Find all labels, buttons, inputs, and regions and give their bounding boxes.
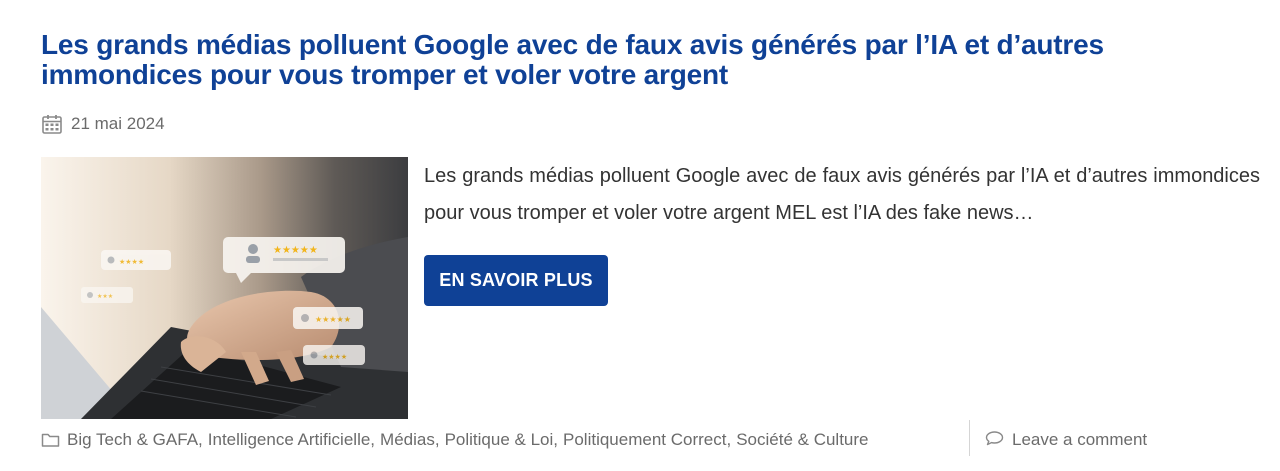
post-excerpt: Les grands médias polluent Google avec d… [424,165,1260,224]
comment-bubble-icon [985,430,1004,451]
category-link-medias[interactable]: Médias [380,430,435,450]
thumbnail-rating-2: ★★★★ [119,258,144,266]
post-thumbnail[interactable]: ★★★★★ ★★★★ ★★★★★ ★★★★ ★★★ [41,157,408,419]
post-date: 21 mai 2024 [41,112,165,136]
category-link-societe-culture[interactable]: Société & Culture [736,430,868,450]
leave-comment-link[interactable]: Leave a comment [1012,430,1147,450]
calendar-icon [41,113,63,135]
category-link-intelligence-artificielle[interactable]: Intelligence Artificielle [208,430,371,450]
category-link-big-tech[interactable]: Big Tech & GAFA [67,430,198,450]
thumbnail-rating-4: ★★★★ [322,353,347,361]
thumbnail-rating-5: ★★★ [97,293,113,300]
read-more-button[interactable]: EN SAVOIR PLUS [424,255,608,306]
post-meta: Big Tech & GAFA, Intelligence Artificiel… [41,420,1241,460]
category-separator: , [370,430,376,449]
category-link-politiquement-correct[interactable]: Politiquement Correct [563,430,726,450]
thumbnail-rating-3: ★★★★★ [315,315,351,324]
category-link-politique-loi[interactable]: Politique & Loi [445,430,554,450]
meta-divider [969,420,970,456]
category-separator: , [434,430,440,449]
category-separator: , [198,430,203,449]
folder-icon [41,432,60,448]
category-list: Big Tech & GAFA, Intelligence Artificiel… [41,430,869,450]
category-separator: , [553,430,558,449]
comments-meta: Leave a comment [985,420,1147,460]
post-date-text: 21 mai 2024 [71,114,165,133]
category-separator: , [726,430,732,449]
thumbnail-rating-1: ★★★★★ [273,245,318,256]
post-title[interactable]: Les grands médias polluent Google avec d… [41,30,1241,90]
